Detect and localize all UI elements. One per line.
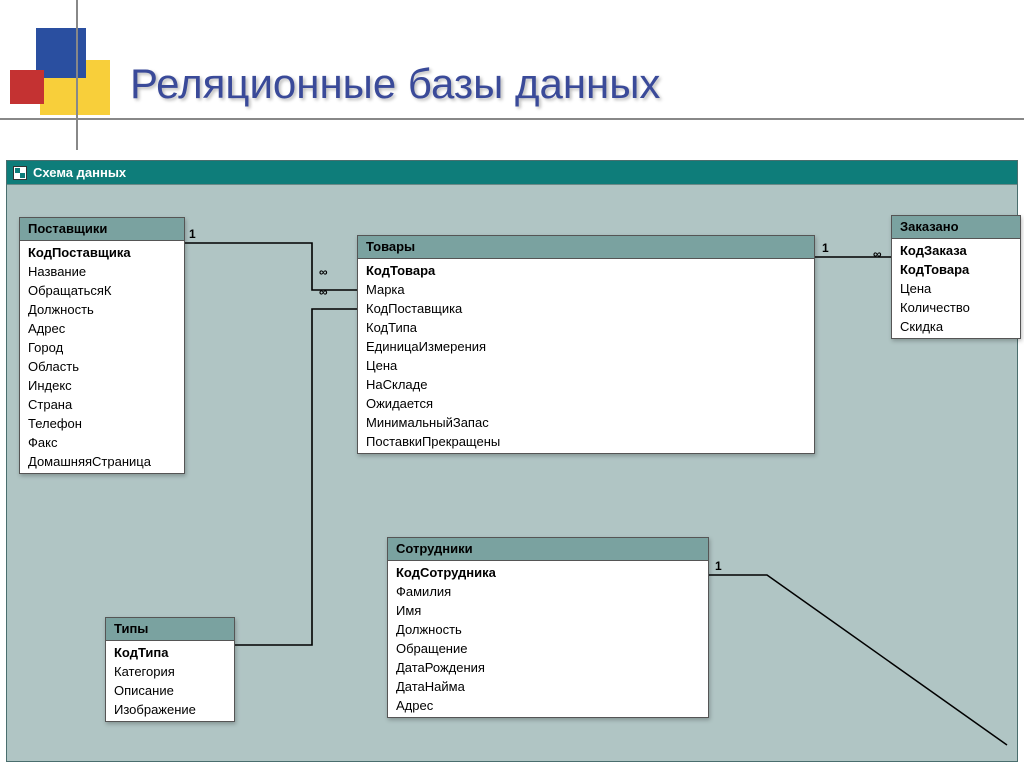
field-row[interactable]: Факс — [20, 433, 184, 452]
field-row[interactable]: Должность — [388, 620, 708, 639]
field-row[interactable]: Индекс — [20, 376, 184, 395]
rel-many-products-2: ∞ — [319, 285, 328, 299]
field-row[interactable]: Описание — [106, 681, 234, 700]
rel-one-suppliers: 1 — [189, 227, 196, 241]
schema-titlebar[interactable]: Схема данных — [7, 161, 1017, 185]
field-row[interactable]: КодТипа — [358, 318, 814, 337]
field-row[interactable]: Название — [20, 262, 184, 281]
field-row[interactable]: Должность — [20, 300, 184, 319]
field-row[interactable]: ЕдиницаИзмерения — [358, 337, 814, 356]
field-row[interactable]: КодТовара — [892, 260, 1020, 279]
schema-window: Схема данных 1 ∞ ∞ 1 1 ∞ 1 Поставщики Ко… — [6, 160, 1018, 762]
field-row[interactable]: Область — [20, 357, 184, 376]
table-ordered[interactable]: Заказано КодЗаказаКодТовараЦенаКоличеств… — [891, 215, 1021, 339]
field-row[interactable]: НаСкладе — [358, 375, 814, 394]
logo-red-square — [10, 70, 44, 104]
table-ordered-title[interactable]: Заказано — [892, 216, 1020, 239]
table-employees-title[interactable]: Сотрудники — [388, 538, 708, 561]
table-products-title[interactable]: Товары — [358, 236, 814, 259]
field-row[interactable]: Цена — [358, 356, 814, 375]
field-row[interactable]: ДомашняяСтраница — [20, 452, 184, 471]
table-suppliers[interactable]: Поставщики КодПоставщикаНазваниеОбращать… — [19, 217, 185, 474]
field-row[interactable]: ДатаРождения — [388, 658, 708, 677]
schema-canvas[interactable]: 1 ∞ ∞ 1 1 ∞ 1 Поставщики КодПоставщикаНа… — [7, 185, 1017, 761]
field-row[interactable]: КодПоставщика — [358, 299, 814, 318]
field-row[interactable]: КодЗаказа — [892, 241, 1020, 260]
field-row[interactable]: ПоставкиПрекращены — [358, 432, 814, 451]
field-row[interactable]: КодТовара — [358, 261, 814, 280]
field-row[interactable]: Фамилия — [388, 582, 708, 601]
rel-many-ordered: ∞ — [873, 247, 882, 261]
table-products[interactable]: Товары КодТовараМаркаКодПоставщикаКодТип… — [357, 235, 815, 454]
field-row[interactable]: КодПоставщика — [20, 243, 184, 262]
rel-one-employees: 1 — [715, 559, 722, 573]
field-row[interactable]: КодТипа — [106, 643, 234, 662]
slide-title: Реляционные базы данных — [130, 60, 660, 108]
field-row[interactable]: КодСотрудника — [388, 563, 708, 582]
field-row[interactable]: Страна — [20, 395, 184, 414]
field-row[interactable]: Город — [20, 338, 184, 357]
field-row[interactable]: Марка — [358, 280, 814, 299]
schema-title: Схема данных — [33, 165, 126, 180]
logo-hline — [0, 118, 1024, 120]
field-row[interactable]: Обращение — [388, 639, 708, 658]
field-row[interactable]: Телефон — [20, 414, 184, 433]
table-types[interactable]: Типы КодТипаКатегорияОписаниеИзображение — [105, 617, 235, 722]
field-row[interactable]: Адрес — [20, 319, 184, 338]
logo-vline — [76, 0, 78, 150]
field-row[interactable]: МинимальныйЗапас — [358, 413, 814, 432]
field-row[interactable]: Цена — [892, 279, 1020, 298]
table-suppliers-title[interactable]: Поставщики — [20, 218, 184, 241]
table-types-title[interactable]: Типы — [106, 618, 234, 641]
field-row[interactable]: Категория — [106, 662, 234, 681]
field-row[interactable]: Ожидается — [358, 394, 814, 413]
rel-many-products-1: ∞ — [319, 265, 328, 279]
field-row[interactable]: ДатаНайма — [388, 677, 708, 696]
field-row[interactable]: Изображение — [106, 700, 234, 719]
relationships-icon — [13, 166, 27, 180]
field-row[interactable]: Количество — [892, 298, 1020, 317]
field-row[interactable]: ОбращатьсяК — [20, 281, 184, 300]
field-row[interactable]: Скидка — [892, 317, 1020, 336]
table-employees[interactable]: Сотрудники КодСотрудникаФамилияИмяДолжно… — [387, 537, 709, 718]
field-row[interactable]: Адрес — [388, 696, 708, 715]
rel-one-products: 1 — [822, 241, 829, 255]
field-row[interactable]: Имя — [388, 601, 708, 620]
